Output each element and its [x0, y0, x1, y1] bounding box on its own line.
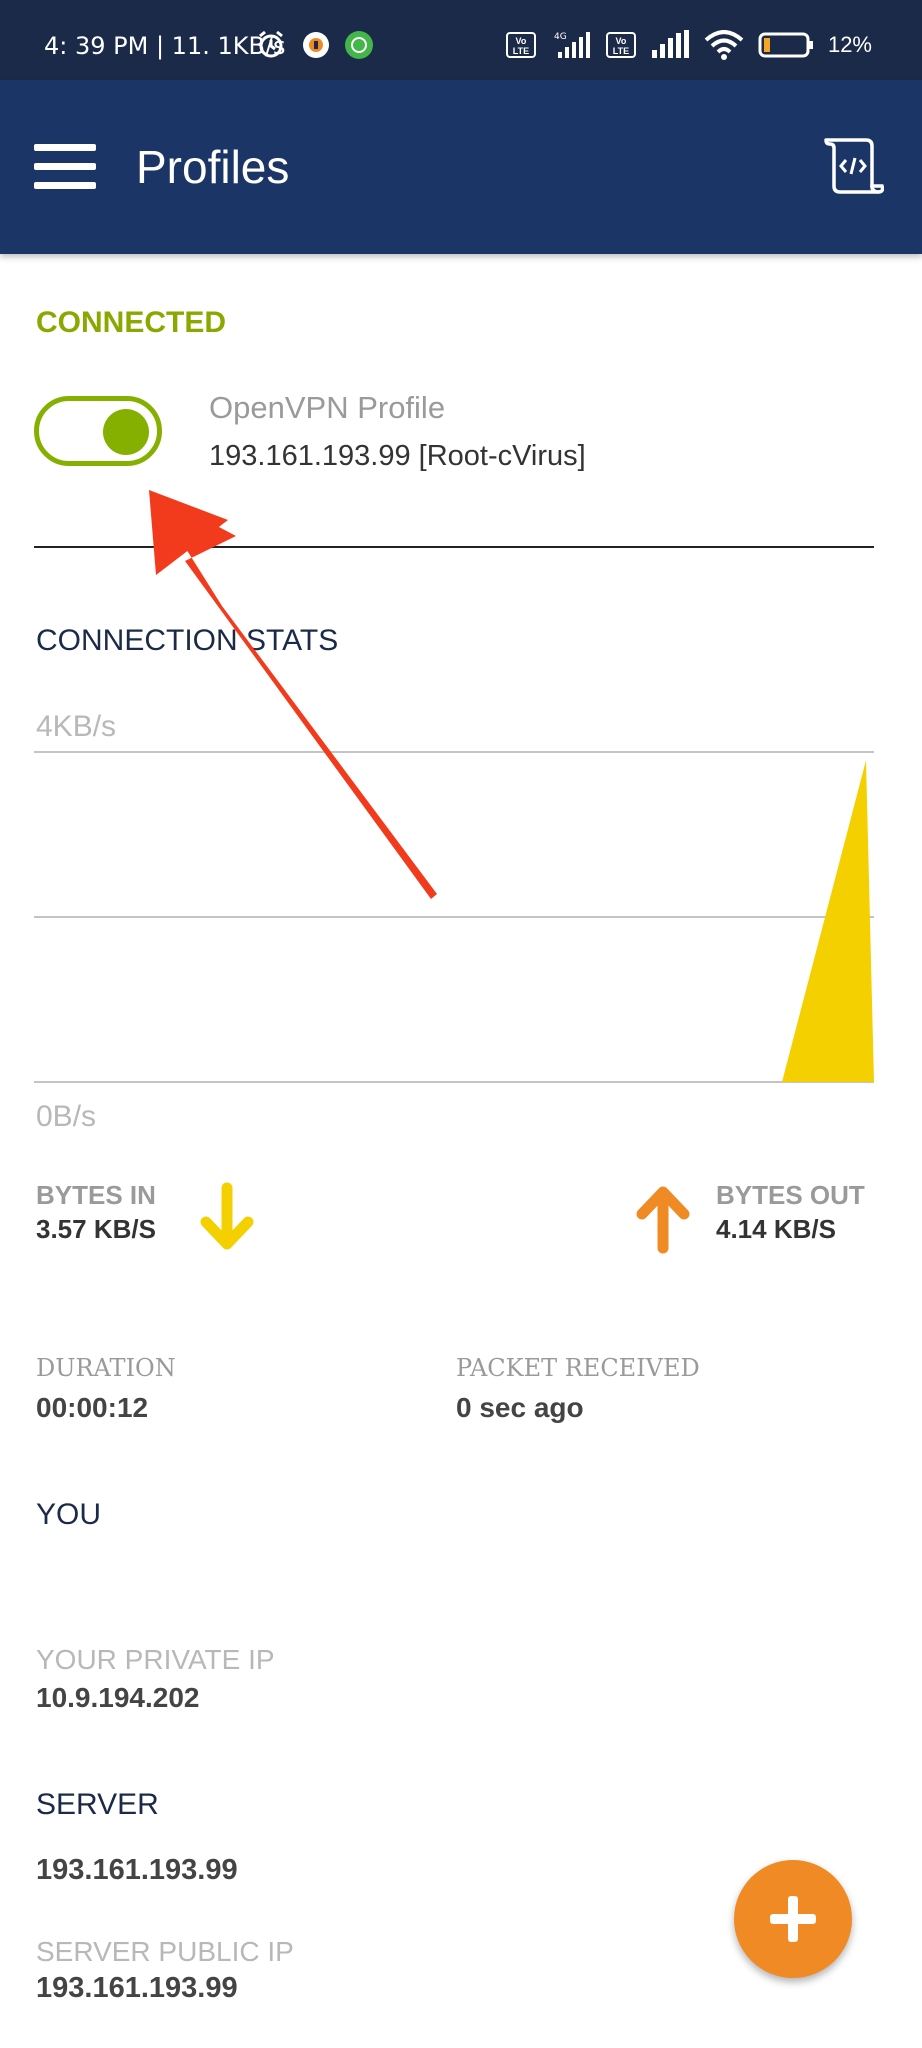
- server-address: 193.161.193.99: [36, 1854, 238, 1886]
- server-public-ip-label: SERVER PUBLIC IP: [36, 1936, 294, 1967]
- duration-label: DURATION: [36, 1354, 176, 1382]
- bytes-out-value: 4.14 KB/S: [716, 1214, 836, 1244]
- traffic-area-series: [34, 760, 874, 1082]
- battery-level: 12%: [827, 32, 872, 57]
- bytes-in-label: BYTES IN: [36, 1180, 156, 1210]
- server-title: SERVER: [36, 1788, 159, 1821]
- vpn-app-icon: [302, 30, 330, 60]
- wifi-icon: [704, 30, 744, 60]
- packet-received-label: PACKET RECEIVED: [456, 1354, 700, 1382]
- bytes-in-value: 3.57 KB/S: [36, 1214, 156, 1244]
- profile-name[interactable]: OpenVPN Profile: [209, 390, 445, 426]
- duration-value: 00:00:12: [36, 1392, 149, 1423]
- divider: [34, 546, 874, 548]
- page-title: Profiles: [136, 141, 290, 193]
- alarm-icon: [256, 30, 286, 60]
- packet-received-value: 0 sec ago: [456, 1392, 584, 1423]
- connection-status: CONNECTED: [36, 306, 227, 339]
- profile-server[interactable]: 193.161.193.99 [Root-cVirus]: [209, 440, 586, 473]
- chart-y-max-label: 4KB/s: [36, 710, 117, 743]
- volte-icon: Vo LTE: [505, 32, 536, 58]
- network-type: 4G: [554, 32, 567, 42]
- app-notification-icon: [344, 30, 374, 60]
- chart-y-min-label: 0B/s: [36, 1100, 97, 1133]
- battery-icon: [758, 32, 813, 58]
- signal-icon-2: [651, 30, 689, 58]
- toggle-knob: [103, 409, 149, 455]
- bytes-out-label: BYTES OUT: [716, 1180, 865, 1210]
- app-bar: Profiles: [0, 80, 922, 254]
- connection-stats-title: CONNECTION STATS: [36, 624, 339, 657]
- server-public-ip-value: 193.161.193.99: [36, 1972, 238, 2004]
- status-time: 4: 39 PM | 11. 1KB/s: [44, 32, 286, 60]
- status-bar: 4: 39 PM | 11. 1KB/s Vo LTE 4G Vo LTE 12%: [0, 0, 922, 80]
- you-title: YOU: [36, 1498, 102, 1531]
- connection-toggle[interactable]: [34, 396, 162, 466]
- import-profile-icon[interactable]: [822, 134, 885, 196]
- private-ip-value: 10.9.194.202: [36, 1682, 200, 1713]
- private-ip-label: YOUR PRIVATE IP: [36, 1644, 275, 1675]
- traffic-chart: [34, 751, 874, 1083]
- volte-icon-2: Vo LTE: [605, 32, 636, 58]
- status-icons: Vo LTE 4G Vo LTE 12%: [505, 30, 872, 60]
- signal-icon: 4G: [554, 32, 590, 58]
- menu-icon[interactable]: [34, 144, 96, 190]
- arrow-down-icon: [200, 1182, 254, 1250]
- add-profile-button[interactable]: [734, 1860, 852, 1978]
- arrow-up-icon: [636, 1186, 690, 1254]
